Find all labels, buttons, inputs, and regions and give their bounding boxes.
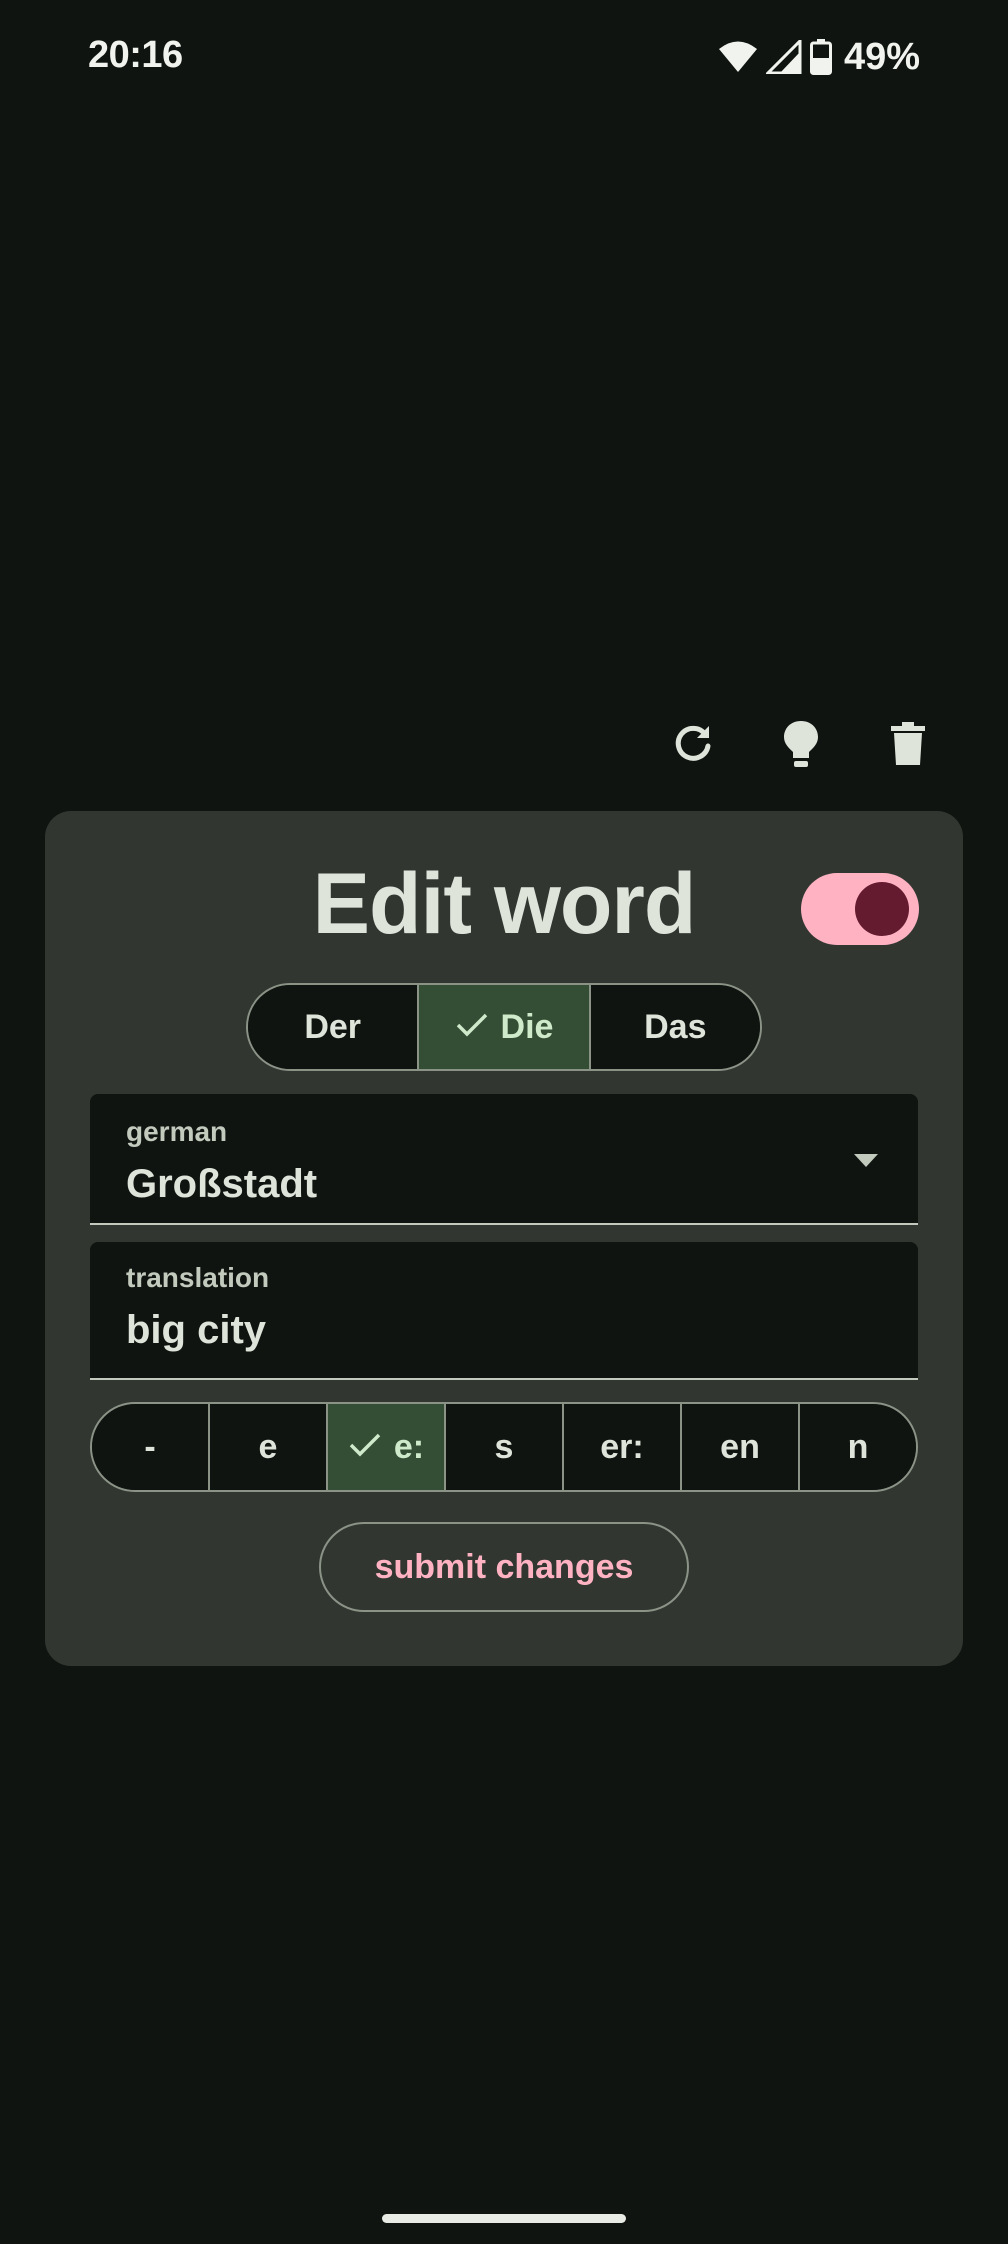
battery-percent: 49% [843,35,920,78]
german-field-label: german [126,1116,228,1147]
hint-button[interactable] [771,716,831,776]
plural-option-button[interactable]: n [800,1404,916,1490]
toggle-switch[interactable] [801,873,919,945]
refresh-button[interactable] [663,716,723,776]
delete-button[interactable] [878,716,938,776]
article-das-button[interactable]: Das [590,985,760,1069]
trash-icon [890,721,926,771]
toolbar [0,716,1008,776]
edit-word-card: Edit word Der Die Das german Großstadt t… [45,811,963,1666]
home-indicator[interactable] [382,2214,626,2223]
check-icon [455,1008,489,1047]
plural-label: er: [600,1427,644,1466]
plural-option-button[interactable]: - [92,1404,210,1490]
article-label: Die [500,1007,554,1046]
status-bar: 20:16 49% [0,0,1008,116]
german-field-value: Großstadt [126,1162,318,1206]
translation-field-label: translation [126,1262,270,1293]
submit-changes-button[interactable]: submit changes [319,1522,689,1612]
article-der-button[interactable]: Der [248,985,420,1069]
plural-label: n [847,1427,869,1466]
plural-label: e: [393,1427,425,1466]
status-icons: 49% [718,34,920,80]
screen: 20:16 49% Edit word Der Die Das german G… [0,0,1008,2244]
plural-option-button[interactable]: s [446,1404,564,1490]
check-icon [348,1428,382,1467]
translation-field-value: big city [126,1308,267,1352]
wifi-icon [718,40,758,74]
german-field[interactable]: german Großstadt [90,1094,918,1225]
translation-field[interactable]: translation big city [90,1242,918,1380]
plural-option-button[interactable]: en [682,1404,800,1490]
article-label: Das [644,1007,707,1046]
plural-selector: - e e: s er: en n [90,1402,918,1492]
dropdown-arrow-icon[interactable] [854,1154,878,1167]
battery-icon [809,39,832,75]
plural-option-button[interactable]: e [210,1404,328,1490]
plural-label: s [494,1427,514,1466]
article-die-button[interactable]: Die [419,985,591,1069]
lightbulb-icon [781,719,821,774]
toggle-knob [855,882,909,936]
plural-option-button[interactable]: e: [328,1404,446,1490]
signal-icon [765,40,802,74]
article-selector: Der Die Das [246,983,762,1071]
plural-label: en [720,1427,760,1466]
status-time: 20:16 [88,34,183,76]
plural-label: e [258,1427,278,1466]
refresh-icon [671,722,715,771]
plural-label: - [144,1427,156,1466]
article-label: Der [304,1007,362,1046]
plural-option-button[interactable]: er: [564,1404,682,1490]
